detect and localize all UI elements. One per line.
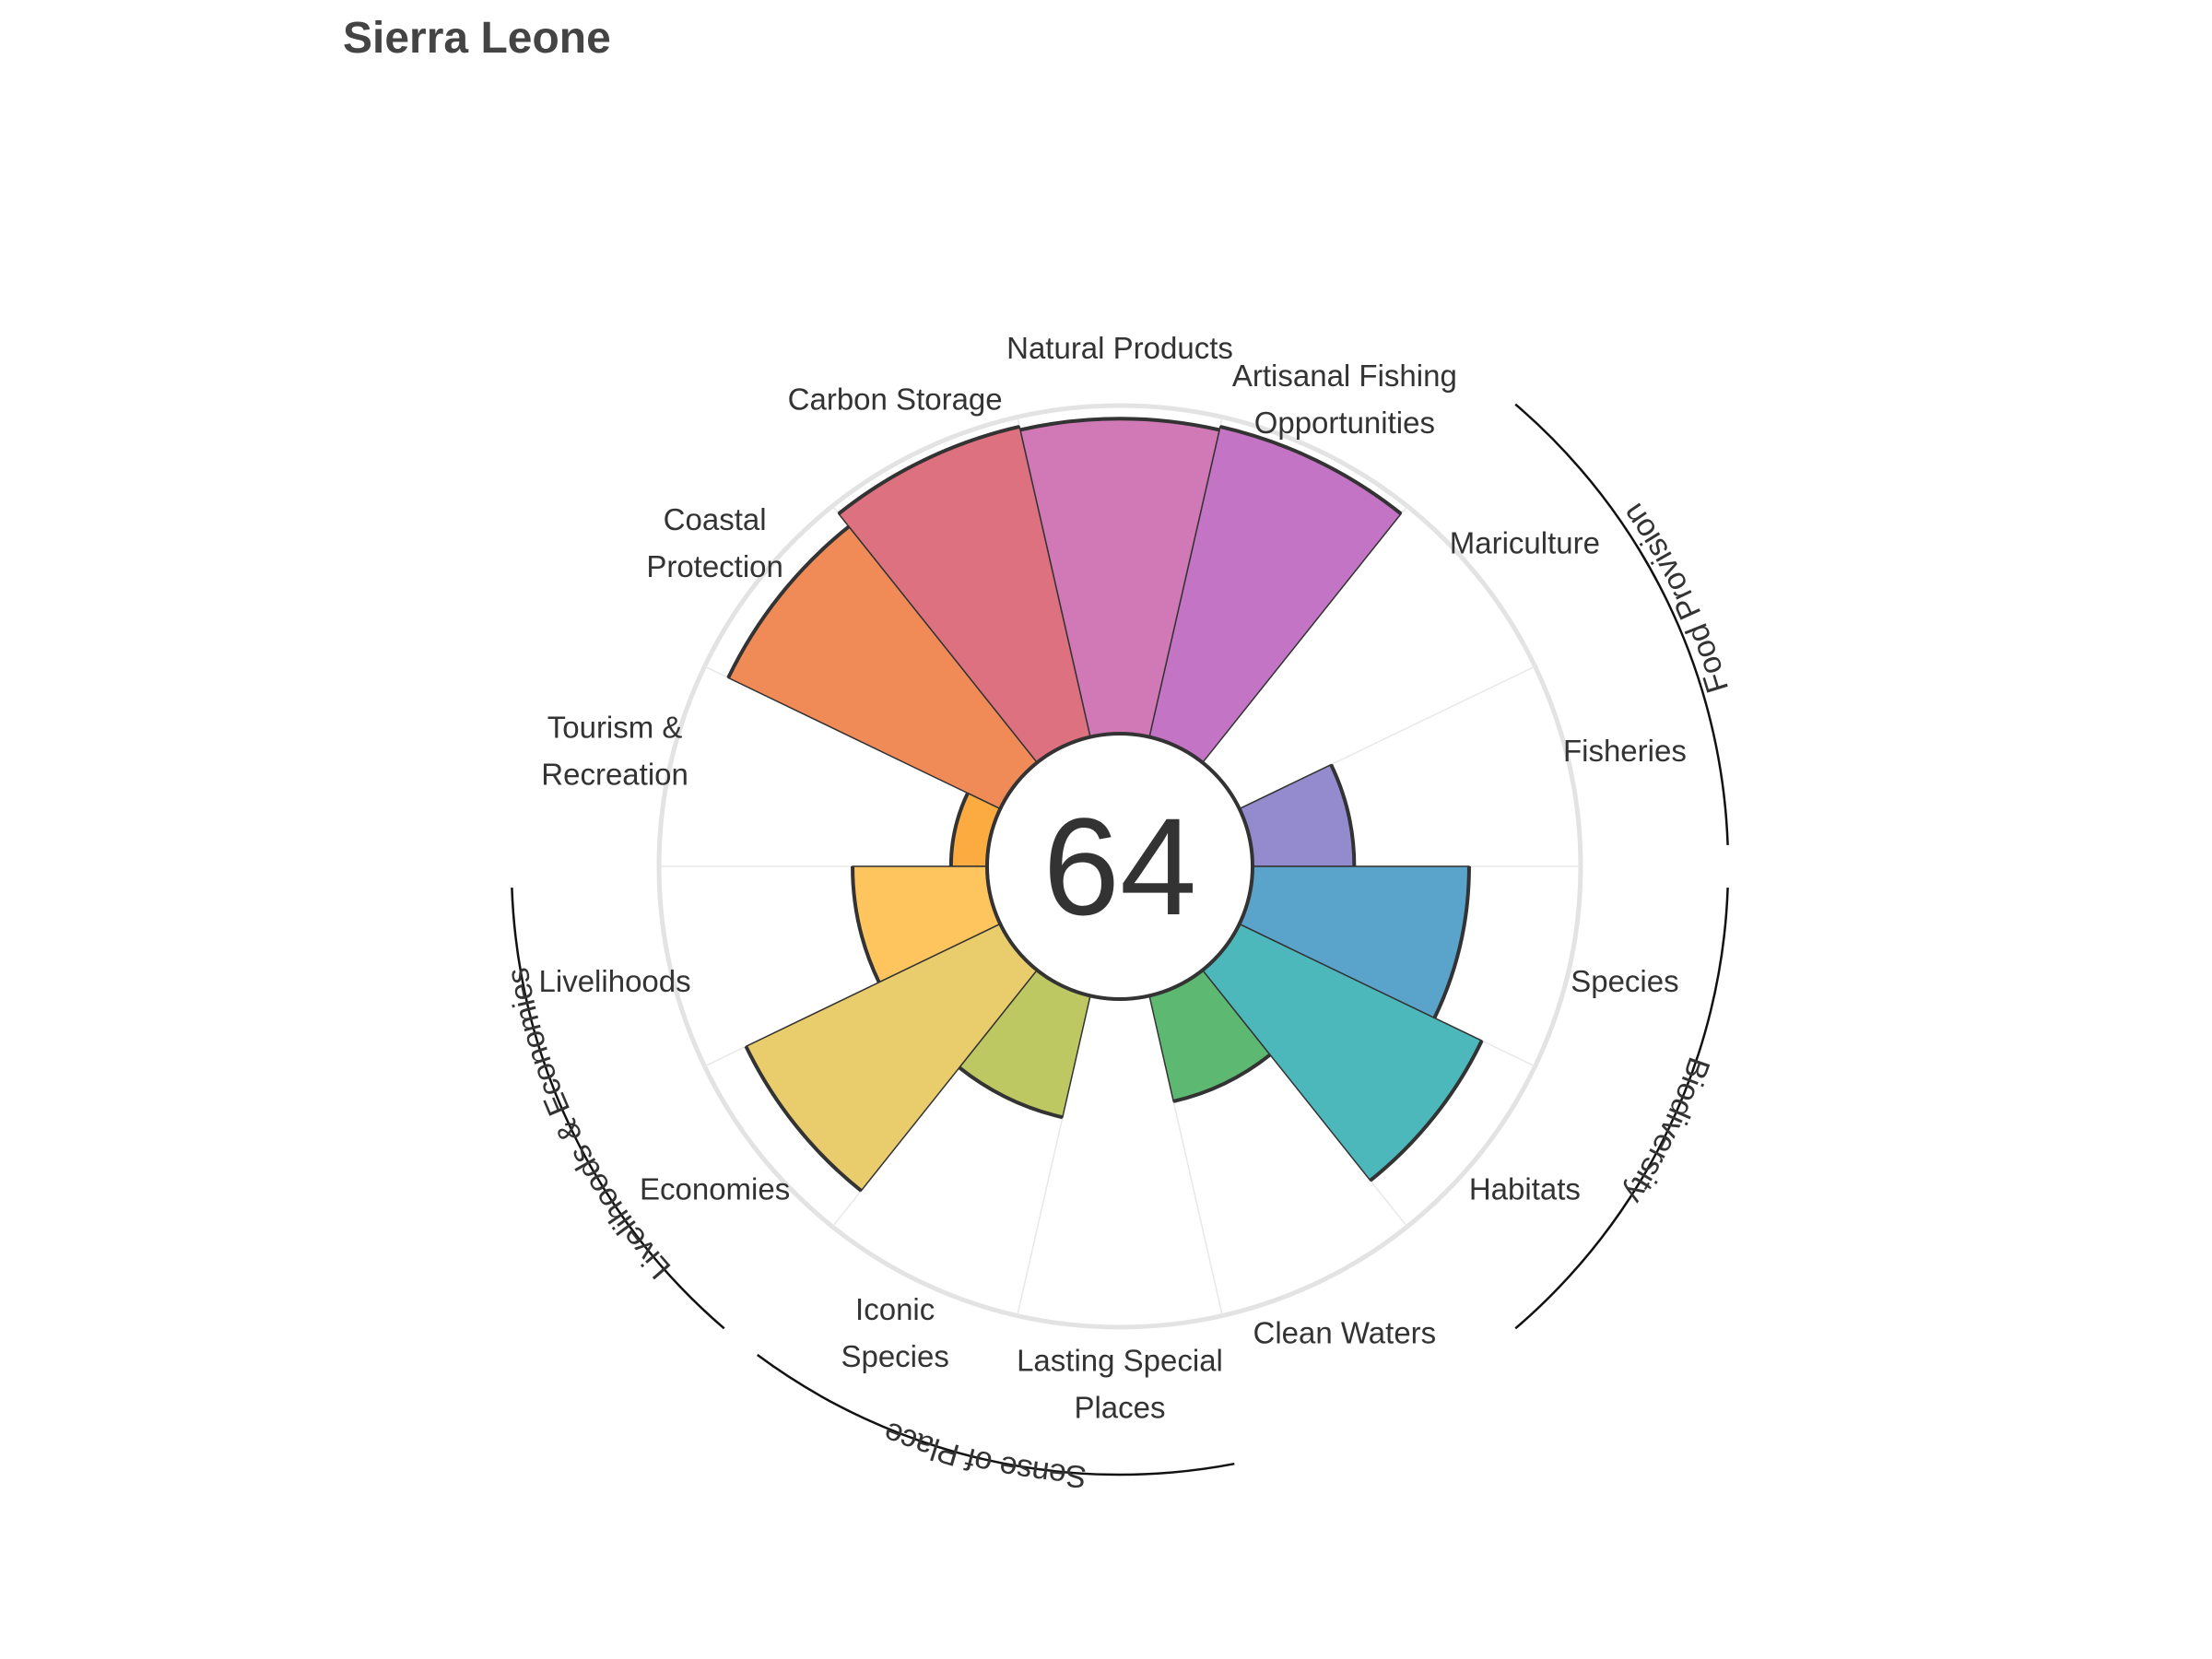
category-label: Lasting Special Places — [1017, 1344, 1223, 1425]
flower-chart: Fisheries Mariculture Artisanal Fishing Opp… — [500, 331, 1736, 1494]
category-label: Natural Products — [1006, 331, 1233, 365]
category-label: Species — [1571, 964, 1678, 998]
category-label: Carbon Storage — [788, 382, 1003, 417]
category-label-line: Opportunities — [1254, 406, 1435, 440]
category-label-line: Lasting Special — [1017, 1344, 1223, 1378]
category-label-line: Recreation — [541, 757, 688, 791]
category-label-line: Economies — [640, 1171, 790, 1206]
category-label-line: Artisanal Fishing — [1232, 359, 1457, 393]
group-label-text: Sense of Place — [878, 1415, 1088, 1494]
category-label: Mariculture — [1450, 526, 1600, 560]
category-label-line: Livelihoods — [539, 964, 691, 998]
category-label: Coastal Protection — [646, 502, 783, 583]
category-label: Iconic Species — [841, 1292, 948, 1373]
category-label-line: Tourism & — [547, 710, 683, 744]
category-label: Fisheries — [1563, 734, 1687, 768]
category-label-line: Clean Waters — [1253, 1315, 1436, 1349]
group-label: Biodiversity — [1617, 1053, 1716, 1209]
category-label-line: Protection — [646, 549, 783, 583]
category-label-line: Coastal — [664, 502, 767, 536]
category-label-line: Fisheries — [1563, 734, 1687, 768]
category-label: Tourism & Recreation — [541, 710, 688, 791]
category-label: Artisanal Fishing Opportunities — [1232, 359, 1457, 440]
overall-score: 64 — [1043, 789, 1197, 944]
category-label-line: Species — [841, 1339, 948, 1373]
category-label-line: Places — [1074, 1391, 1165, 1425]
category-label-line: Iconic — [855, 1292, 935, 1326]
group-label-text: Biodiversity — [1617, 1053, 1716, 1209]
group-label-text: Livelihoods & Economies — [500, 965, 678, 1286]
category-label-line: Mariculture — [1450, 526, 1600, 560]
category-label: Livelihoods — [539, 964, 691, 998]
category-label: Economies — [640, 1171, 790, 1206]
group-label-text: Food Provision — [1616, 497, 1735, 697]
category-label: Habitats — [1469, 1171, 1581, 1206]
category-label-line: Carbon Storage — [788, 382, 1003, 417]
group-label: Sense of Place — [878, 1415, 1088, 1494]
category-label: Clean Waters — [1253, 1315, 1436, 1349]
category-label-line: Habitats — [1469, 1171, 1581, 1206]
group-label: Livelihoods & Economies — [500, 965, 678, 1286]
group-label: Food Provision — [1616, 497, 1735, 697]
category-label-line: Species — [1571, 964, 1678, 998]
category-label-line: Natural Products — [1006, 331, 1233, 365]
